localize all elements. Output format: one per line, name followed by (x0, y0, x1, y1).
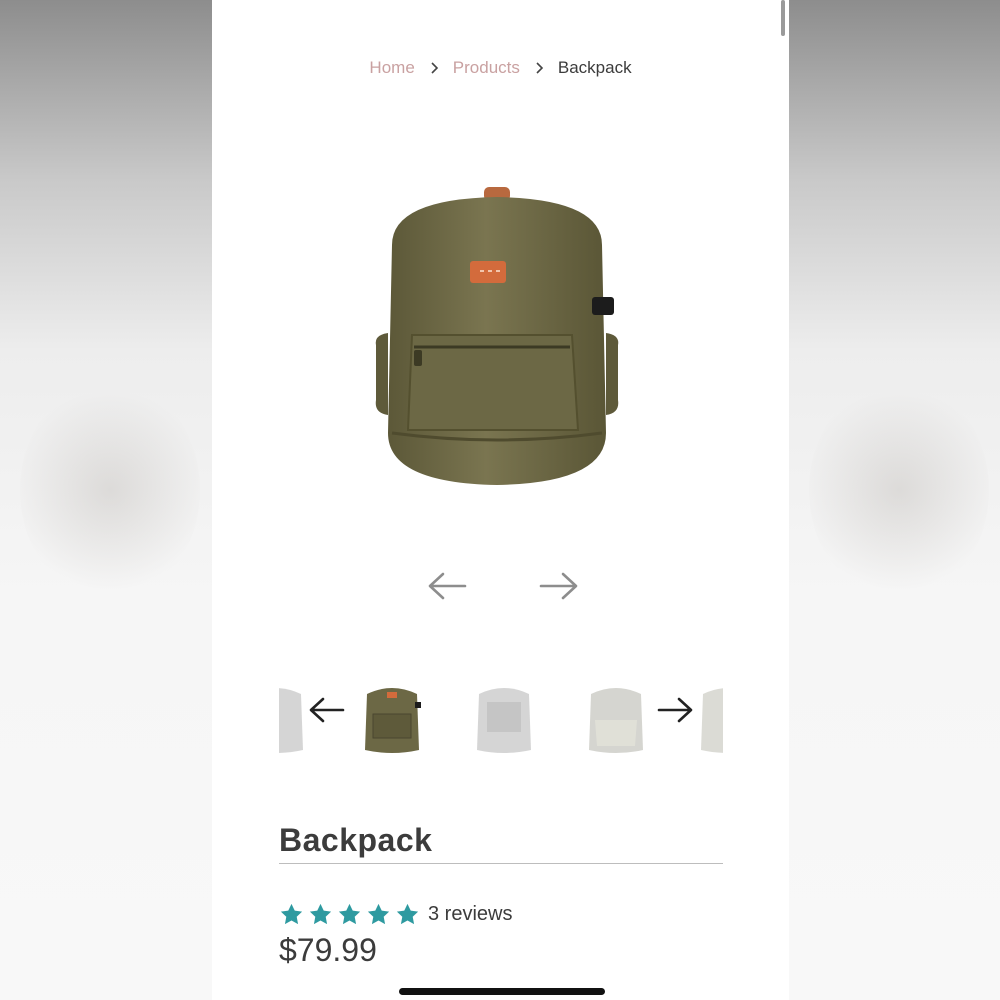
breadcrumb: Home Products Backpack (212, 56, 789, 80)
product-rating[interactable]: 3 reviews (279, 900, 512, 928)
reviews-link[interactable]: 3 reviews (428, 903, 512, 926)
thumbnail-next-arrow-icon[interactable] (655, 694, 695, 726)
product-page: Home Products Backpack Backpack 3 review… (212, 0, 789, 1000)
scrollbar[interactable] (781, 0, 785, 36)
backdrop-left (0, 0, 212, 1000)
thumbnail[interactable] (469, 680, 539, 758)
product-title: Backpack (279, 822, 723, 864)
breadcrumb-current: Backpack (557, 58, 632, 77)
chevron-right-icon (536, 62, 544, 74)
home-indicator[interactable] (399, 988, 605, 995)
chevron-right-icon (431, 62, 438, 74)
star-icon (280, 903, 303, 924)
star-icon (367, 903, 390, 924)
product-price: $79.99 (279, 932, 377, 968)
backdrop-right (789, 0, 1000, 1000)
thumbnail[interactable] (693, 680, 723, 758)
thumbnail-prev-arrow-icon[interactable] (307, 694, 347, 726)
product-main-image[interactable] (372, 185, 622, 490)
thumbnail-strip (279, 680, 723, 760)
star-icon (396, 903, 419, 924)
thumbnail-selected[interactable] (357, 680, 427, 758)
image-next-arrow-icon[interactable] (537, 568, 581, 604)
breadcrumb-home[interactable]: Home (369, 58, 414, 78)
star-icon (309, 903, 332, 924)
breadcrumb-products[interactable]: Products (453, 58, 520, 78)
image-prev-arrow-icon[interactable] (425, 568, 469, 604)
rating-stars (279, 902, 420, 927)
star-icon (338, 903, 361, 924)
thumbnail[interactable] (581, 680, 651, 758)
